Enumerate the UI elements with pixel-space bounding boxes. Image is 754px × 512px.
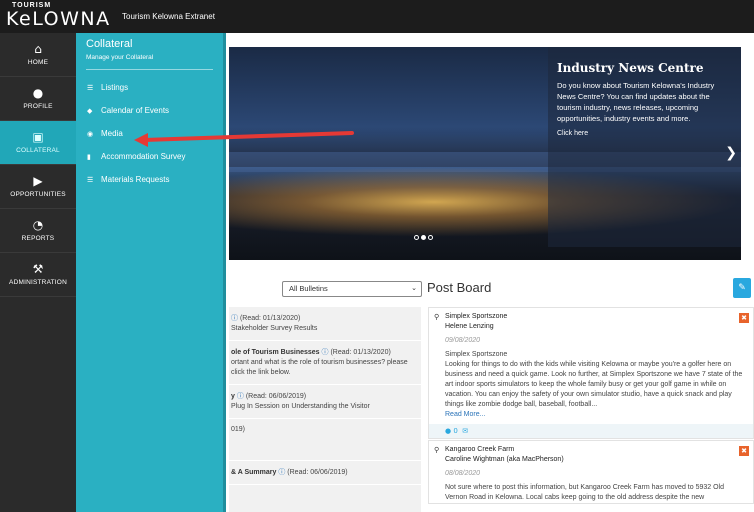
info-icon: ⓘ xyxy=(278,468,286,476)
nav-label: COLLATERAL xyxy=(16,147,60,154)
bulletin-title: y xyxy=(231,393,235,400)
nav-item-administration[interactable]: ⚒ ADMINISTRATION xyxy=(0,253,76,297)
post-board-title: Post Board xyxy=(427,280,492,295)
news-centre-panel: Industry News Centre Do you know about T… xyxy=(548,47,741,247)
flyout-item-label: Listings xyxy=(101,83,129,92)
flyout-item-label: Materials Requests xyxy=(101,175,170,184)
logo-wordmark: KeLOWNA xyxy=(6,8,111,30)
carousel-dot[interactable] xyxy=(421,235,426,240)
flyout-title: Collateral xyxy=(86,38,133,50)
nav-item-opportunities[interactable]: ▶ OPPORTUNITIES xyxy=(0,165,76,209)
nav-item-reports[interactable]: ◔ REPORTS xyxy=(0,209,76,253)
info-icon: ⓘ xyxy=(231,314,238,322)
info-icon: ⓘ xyxy=(321,348,329,356)
carousel-indicators xyxy=(414,235,433,240)
annotation-arrow xyxy=(134,131,354,147)
wrench-icon: ⚒ xyxy=(32,262,44,276)
comment-icon[interactable]: ● xyxy=(445,427,451,435)
user-icon: ● xyxy=(32,86,44,100)
post-author: Helene Lenzing xyxy=(445,323,494,330)
pie-chart-icon: ◔ xyxy=(32,218,44,232)
news-centre-body: Do you know about Tourism Kelowna's Indu… xyxy=(557,81,715,123)
pin-icon: ⚲ xyxy=(434,446,440,454)
bulletin-item[interactable]: ole of Tourism Businesses ⓘ (Read: 01/13… xyxy=(229,341,421,385)
flyout-item-label: Media xyxy=(101,129,123,138)
flyout-item-label: Accommodation Survey xyxy=(101,152,186,161)
bulletin-title: ole of Tourism Businesses xyxy=(231,349,320,356)
tourism-kelowna-logo[interactable]: TOURISM KeLOWNA xyxy=(0,0,120,33)
carousel-dot[interactable] xyxy=(414,235,419,240)
post-body: Looking for things to do with the kids w… xyxy=(445,361,743,408)
camera-icon: ◉ xyxy=(87,129,94,138)
carousel-dot[interactable] xyxy=(428,235,433,240)
collateral-flyout-menu: Collateral Manage your Collateral ☰ List… xyxy=(76,33,226,512)
flyout-item-listings[interactable]: ☰ Listings xyxy=(76,76,223,99)
post-heading: Simplex Sportszone xyxy=(445,351,508,358)
bulletin-filter-value: All Bulletins xyxy=(289,284,328,293)
post-date: 08/08/2020 xyxy=(445,470,481,477)
bulletin-item[interactable]: 019) xyxy=(229,419,421,461)
top-bar: TOURISM KeLOWNA Tourism Kelowna Extranet xyxy=(0,0,754,33)
flyout-subtitle: Manage your Collateral xyxy=(86,54,154,61)
nav-item-home[interactable]: ⌂ HOME xyxy=(0,33,76,77)
bulletin-filter-select[interactable]: All Bulletins ⌄ xyxy=(282,281,422,297)
read-more-link[interactable]: Read More... xyxy=(445,410,747,420)
bulletin-item[interactable]: & A Summary ⓘ (Read: 06/06/2019) xyxy=(229,461,421,485)
click-here-link[interactable]: Click here xyxy=(557,130,733,137)
hero-carousel[interactable]: Industry News Centre Do you know about T… xyxy=(229,47,741,260)
bulletin-list: ⓘ (Read: 01/13/2020) Stakeholder Survey … xyxy=(229,307,421,512)
nav-item-profile[interactable]: ● PROFILE xyxy=(0,77,76,121)
news-centre-title: Industry News Centre xyxy=(557,61,704,75)
post-card: ⚲ Kangaroo Creek Farm Caroline Wightman … xyxy=(428,440,754,504)
divider xyxy=(86,69,213,70)
new-post-button[interactable]: ✎ xyxy=(733,278,751,298)
app-title: Tourism Kelowna Extranet xyxy=(122,12,215,21)
post-card: ⚲ Simplex Sportszone Helene Lenzing 09/0… xyxy=(428,307,754,439)
flyout-item-materials-requests[interactable]: ☰ Materials Requests xyxy=(76,168,223,191)
nav-label: OPPORTUNITIES xyxy=(10,191,66,198)
delete-post-button[interactable]: ✖ xyxy=(739,446,749,456)
flyout-item-calendar-of-events[interactable]: ◆ Calendar of Events xyxy=(76,99,223,122)
carousel-next-icon[interactable]: ❯ xyxy=(725,145,737,161)
post-organization: Simplex Sportszone xyxy=(445,313,508,320)
post-actions: ● 0 ✉ xyxy=(429,424,753,438)
megaphone-icon: ▶ xyxy=(33,174,43,188)
pencil-icon: ✎ xyxy=(738,283,746,293)
comment-count: 0 xyxy=(453,427,458,435)
post-author: Caroline Wightman (aka MacPherson) xyxy=(445,456,564,463)
post-organization: Kangaroo Creek Farm xyxy=(445,446,515,453)
list-icon: ☰ xyxy=(87,175,94,184)
email-icon[interactable]: ✉ xyxy=(462,427,468,435)
bulletin-title: & A Summary xyxy=(231,469,277,476)
post-board: ⚲ Simplex Sportszone Helene Lenzing 09/0… xyxy=(428,307,754,512)
nav-label: ADMINISTRATION xyxy=(9,279,67,286)
tag-icon: ◆ xyxy=(87,106,93,115)
home-icon: ⌂ xyxy=(34,42,42,56)
nav-label: REPORTS xyxy=(21,235,55,242)
nav-label: HOME xyxy=(27,59,49,66)
delete-post-button[interactable]: ✖ xyxy=(739,313,749,323)
image-icon: ▣ xyxy=(32,130,44,144)
post-date: 09/08/2020 xyxy=(445,337,481,344)
post-body: Not sure where to post this information,… xyxy=(445,484,724,501)
list-icon: ☰ xyxy=(87,83,94,92)
flyout-item-label: Calendar of Events xyxy=(101,106,170,115)
chevron-down-icon: ⌄ xyxy=(411,284,417,292)
document-icon: ▮ xyxy=(87,152,91,161)
main-sidebar: ⌂ HOME ● PROFILE ▣ COLLATERAL ▶ OPPORTUN… xyxy=(0,33,76,512)
info-icon: ⓘ xyxy=(236,392,244,400)
pin-icon: ⚲ xyxy=(434,313,440,321)
bulletin-item[interactable]: ⓘ (Read: 01/13/2020) Stakeholder Survey … xyxy=(229,307,421,341)
bulletin-item[interactable]: y ⓘ (Read: 06/06/2019) Plug In Session o… xyxy=(229,385,421,419)
nav-item-collateral[interactable]: ▣ COLLATERAL xyxy=(0,121,76,165)
nav-label: PROFILE xyxy=(23,103,53,110)
